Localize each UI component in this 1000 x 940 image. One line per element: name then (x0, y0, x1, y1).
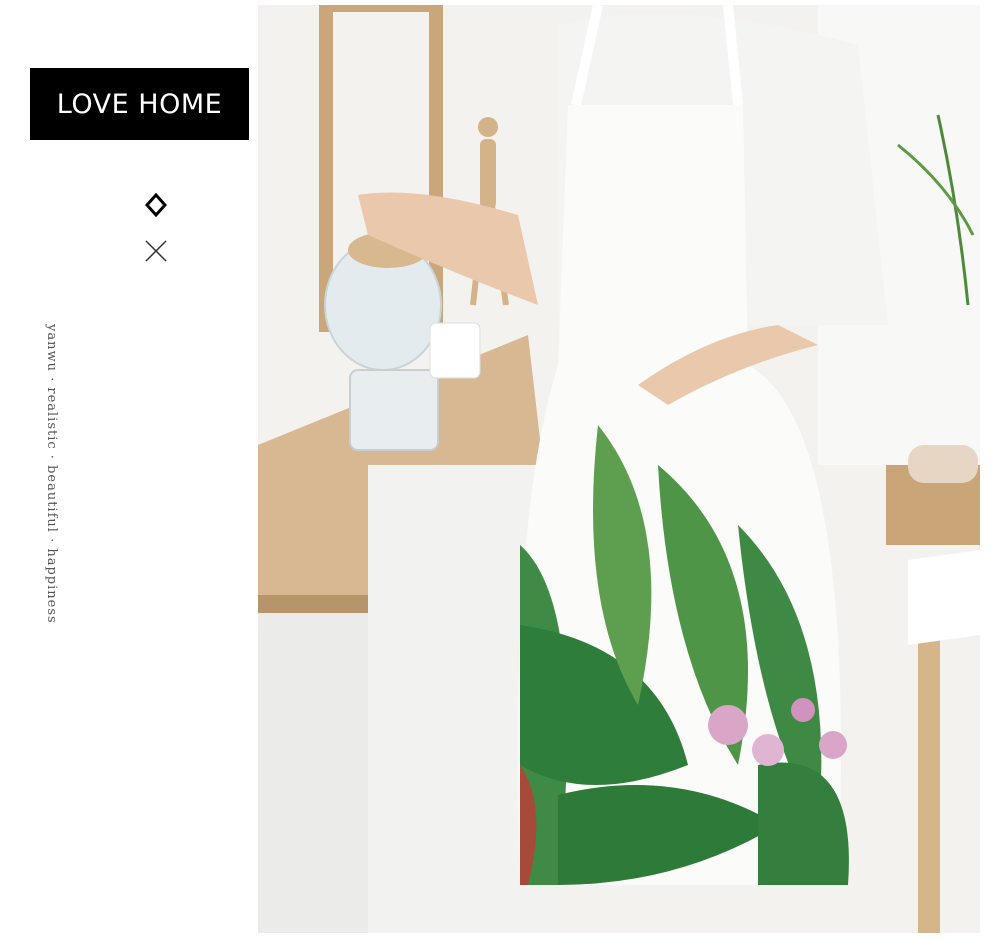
vertical-tagline: yanwu · realistic · beautiful · happines… (44, 324, 59, 624)
brand-label-box: LOVE HOME (30, 68, 249, 140)
product-photo (258, 5, 980, 933)
brand-label: LOVE HOME (56, 88, 223, 120)
cross-icon (143, 238, 169, 264)
diamond-icon (143, 192, 169, 218)
